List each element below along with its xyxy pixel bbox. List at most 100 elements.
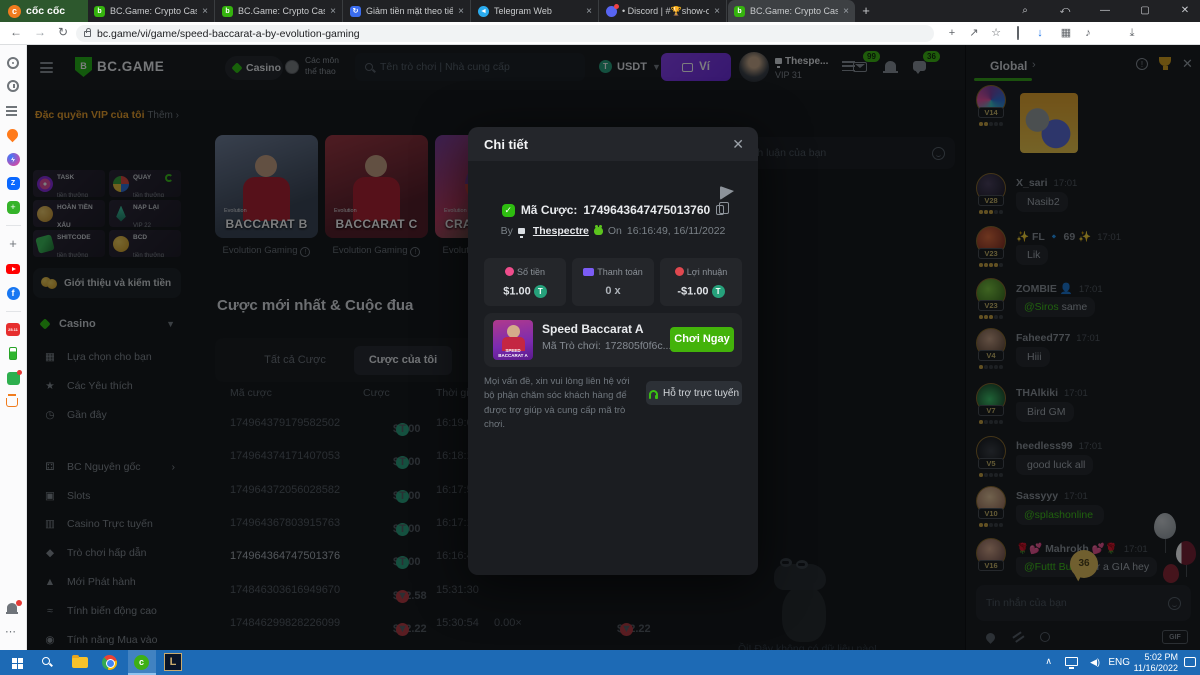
bet-details-modal: Chi tiết ✕ ✓ Mã Cược: 174964364747501376… xyxy=(468,127,758,575)
browser-tab-active[interactable]: b BC.Game: Crypto Casino Gam × xyxy=(728,0,855,22)
close-tab-icon[interactable]: × xyxy=(202,6,208,17)
close-tab-icon[interactable]: × xyxy=(714,6,720,17)
network-icon[interactable] xyxy=(1065,657,1078,666)
media-icon[interactable]: ♪ xyxy=(1080,26,1096,41)
browser-tab-1[interactable]: b BC.Game: Crypto Casino Gam × xyxy=(88,0,215,22)
browser-tab-3[interactable]: ↻ Giảm tiền mặt theo tiến hóa × xyxy=(344,0,471,22)
reload-icon[interactable]: ↻ xyxy=(58,25,68,39)
add-shortcut-icon[interactable]: + xyxy=(6,237,20,251)
divider xyxy=(6,225,21,226)
coccoc-logo[interactable]: c cốc cốc xyxy=(0,0,88,22)
coccoc-brand: cốc cốc xyxy=(26,5,65,17)
adblock-shield-icon[interactable] xyxy=(1010,26,1026,41)
youtube-icon[interactable] xyxy=(6,264,20,274)
chrome-icon[interactable] xyxy=(102,655,117,670)
stat-profit: Lợi nhuận -$1.00 T xyxy=(660,258,742,306)
screen: c cốc cốc b BC.Game: Crypto Casino Gam ×… xyxy=(0,0,1200,675)
notifications-bell-icon[interactable] xyxy=(7,603,19,615)
modal-title: Chi tiết xyxy=(484,137,528,152)
tab-title: BC.Game: Crypto Casino Gam xyxy=(238,6,325,16)
bookmark-star-icon[interactable]: ☆ xyxy=(988,26,1004,41)
download-active-icon[interactable]: ↓ xyxy=(1032,26,1048,41)
bcgame-webpage: B BC.GAME Casino Các môn thể thao T USDT… xyxy=(27,45,1200,650)
volume-icon[interactable]: ◀) xyxy=(1090,657,1100,668)
tab-title: Giảm tiền mặt theo tiến hóa xyxy=(366,6,453,16)
browser-tabstrip: c cốc cốc b BC.Game: Crypto Casino Gam ×… xyxy=(0,0,1200,22)
close-modal-icon[interactable]: ✕ xyxy=(732,136,744,153)
save-page-icon[interactable]: + xyxy=(944,26,960,41)
more-options-icon[interactable]: ⋯ xyxy=(5,625,17,638)
page-favicon: ↻ xyxy=(350,6,361,17)
verified-icon: ✓ xyxy=(502,204,515,217)
action-center-icon[interactable] xyxy=(1184,657,1196,667)
cart-icon[interactable] xyxy=(6,398,18,407)
profile-avatar-icon[interactable] xyxy=(1102,26,1118,41)
language-indicator[interactable]: ENG xyxy=(1108,657,1130,668)
windows-taskbar: c L ∧ ◀) ENG 5:02 PM 11/16/2022 xyxy=(0,650,1200,675)
shopping-icon[interactable] xyxy=(7,372,20,385)
messenger-icon[interactable] xyxy=(7,153,20,166)
history-icon[interactable] xyxy=(7,80,19,92)
copy-icon[interactable] xyxy=(716,205,724,215)
stat-amount: Số tiền $1.00 T xyxy=(484,258,566,306)
divider xyxy=(6,311,21,312)
headphone-icon xyxy=(649,390,658,396)
tab-title: • Discord | #🏆show-off-you xyxy=(622,6,709,17)
downloads-tray-icon[interactable]: ⤓ xyxy=(1124,26,1140,41)
share-icon[interactable] xyxy=(720,186,734,200)
bet-id-row: ✓ Mã Cược: 1749643647475013760 xyxy=(468,203,758,217)
maximize-button[interactable]: ▢ xyxy=(1130,0,1160,22)
tab-title: Telegram Web xyxy=(494,6,581,16)
usdt-coin-icon: T xyxy=(712,285,725,298)
bcgame-favicon: b xyxy=(222,6,233,17)
browser-tab-4[interactable]: ◄ Telegram Web × xyxy=(472,0,599,22)
settings-gear-icon[interactable] xyxy=(7,57,19,69)
games-icon[interactable] xyxy=(7,201,20,214)
sale-2511-icon[interactable]: 25.11 xyxy=(6,323,20,336)
game-info-card: SPEED BACCARAT A Speed Baccarat A Mã Trò… xyxy=(484,313,742,367)
start-button-icon[interactable] xyxy=(12,658,17,663)
bet-id-label: Mã Cược: xyxy=(521,203,578,217)
game-thumbnail[interactable]: SPEED BACCARAT A xyxy=(493,320,533,360)
profit-icon xyxy=(675,267,684,276)
hot-news-icon[interactable] xyxy=(5,127,21,143)
hidden-icons-chevron[interactable]: ∧ xyxy=(1045,656,1052,667)
browser-toolbar: ← → ↻ bc.game/vi/game/speed-baccarat-a-b… xyxy=(0,22,1200,45)
extensions-icon[interactable]: ▦ xyxy=(1058,26,1074,41)
coccoc-cup-icon: c xyxy=(8,5,21,18)
browser-side-rail: Z + f 25.11 ⋯ xyxy=(0,45,27,650)
taskbar-clock[interactable]: 5:02 PM 11/16/2022 xyxy=(1134,652,1178,675)
close-tab-icon[interactable]: × xyxy=(586,6,592,17)
coccoc-taskbar-active[interactable]: c xyxy=(128,650,156,675)
close-tab-icon[interactable]: × xyxy=(843,6,849,17)
play-now-button[interactable]: Chơi Ngay xyxy=(670,327,734,352)
file-explorer-icon[interactable] xyxy=(72,657,88,668)
game-title: Speed Baccarat A xyxy=(542,322,644,336)
league-of-legends-icon[interactable]: L xyxy=(164,653,182,671)
browser-tab-2[interactable]: b BC.Game: Crypto Casino Gam × xyxy=(216,0,343,22)
clock-time: 5:02 PM xyxy=(1134,652,1178,663)
discord-favicon xyxy=(606,6,617,17)
back-icon[interactable]: ← xyxy=(10,25,22,39)
bet-username[interactable]: Thespectre xyxy=(533,225,589,237)
close-window-button[interactable]: ✕ xyxy=(1170,0,1200,22)
share-icon[interactable]: ↗ xyxy=(966,26,982,41)
newsfeed-icon[interactable] xyxy=(6,106,17,108)
address-bar[interactable]: bc.game/vi/game/speed-baccarat-a-by-evol… xyxy=(76,25,934,42)
clock-date: 11/16/2022 xyxy=(1134,663,1178,674)
browser-tab-5[interactable]: • Discord | #🏆show-off-you × xyxy=(600,0,727,22)
stat-payout: Thanh toán 0 x xyxy=(572,258,654,306)
close-tab-icon[interactable]: × xyxy=(330,6,336,17)
close-tab-icon[interactable]: × xyxy=(458,6,464,17)
live-support-button[interactable]: Hỗ trợ trực tuyến xyxy=(646,381,742,405)
bet-by-row: By Thespectre On 16:16:49, 16/11/2022 xyxy=(468,225,758,237)
battery-saver-icon[interactable] xyxy=(9,347,17,360)
taskbar-search-icon[interactable] xyxy=(42,657,50,665)
forward-icon[interactable]: → xyxy=(34,25,46,39)
new-tab-button[interactable]: + xyxy=(856,2,876,20)
minimize-button[interactable]: — xyxy=(1090,0,1120,22)
zalo-icon[interactable]: Z xyxy=(7,177,20,190)
tab-restore-icon[interactable]: ⤺ xyxy=(1050,0,1080,22)
tab-search-icon[interactable]: ⌕ xyxy=(1010,0,1040,22)
facebook-icon[interactable]: f xyxy=(7,287,20,300)
